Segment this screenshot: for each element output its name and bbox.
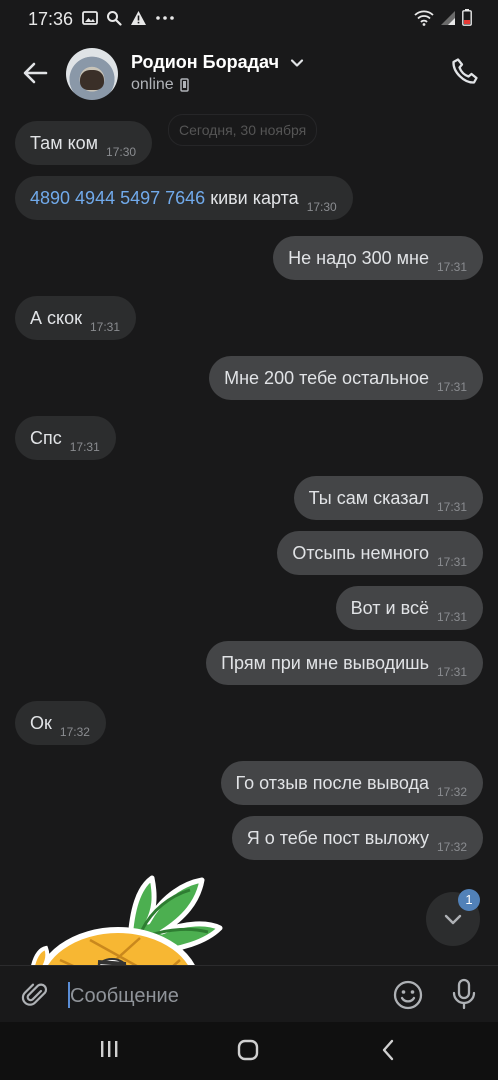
message-text: Мне 200 тебе остальное xyxy=(224,368,429,388)
back-nav-icon[interactable] xyxy=(378,1038,398,1062)
warning-icon xyxy=(131,11,146,25)
message-composer xyxy=(0,965,498,1023)
date-separator: Сегодня, 30 ноября xyxy=(168,114,318,146)
message-bubble[interactable]: Отсыпь немного 17:31 xyxy=(277,531,483,575)
message-text: Я о тебе пост выложу xyxy=(246,828,429,848)
message-bubble[interactable]: Го отзыв после вывода 17:32 xyxy=(220,761,483,805)
message-bubble[interactable]: Мне 200 тебе остальное 17:31 xyxy=(209,356,483,400)
wifi-icon xyxy=(414,10,434,26)
message-bubble[interactable]: Не надо 300 мне 17:31 xyxy=(273,236,483,280)
presence-label: online xyxy=(131,76,174,93)
avatar[interactable] xyxy=(66,48,118,100)
message-text: Ок xyxy=(30,713,52,733)
message-time: 17:31 xyxy=(436,500,467,514)
signal-icon xyxy=(441,10,455,25)
message-time: 17:31 xyxy=(89,320,121,334)
message-bubble[interactable]: Ты сам сказал 17:31 xyxy=(293,476,483,520)
message-time: 17:31 xyxy=(436,665,467,679)
message-text: Ты сам сказал xyxy=(308,488,429,508)
message-time: 17:31 xyxy=(436,260,467,274)
message-text: Прям при мне выводишь xyxy=(221,653,429,673)
message-bubble[interactable]: Ок 17:32 xyxy=(15,701,106,745)
message-text: А скок xyxy=(30,308,82,328)
presence-status: online xyxy=(131,76,189,94)
message-time: 17:31 xyxy=(436,610,467,624)
message-time: 17:32 xyxy=(59,725,90,739)
message-text: Там ком xyxy=(30,133,99,153)
message-text: киви карта xyxy=(205,188,299,208)
message-bubble[interactable]: Я о тебе пост выложу 17:32 xyxy=(231,816,483,860)
phone-call-icon[interactable] xyxy=(450,56,480,86)
home-icon[interactable] xyxy=(236,1038,260,1062)
pineapple-sticker[interactable] xyxy=(20,870,240,965)
emoji-icon[interactable] xyxy=(392,979,424,1011)
unread-count-badge: 1 xyxy=(458,889,480,911)
message-bubble[interactable]: Спс 17:31 xyxy=(15,416,116,460)
status-time: 17:36 xyxy=(28,9,74,29)
message-bubble[interactable]: Вот и всё 17:31 xyxy=(335,586,483,630)
image-icon xyxy=(82,11,98,25)
message-time: 17:30 xyxy=(306,200,337,214)
system-navigation-bar xyxy=(0,1022,498,1080)
message-time: 17:30 xyxy=(106,145,137,159)
message-bubble[interactable]: А скок 17:31 xyxy=(15,296,137,340)
text-cursor xyxy=(68,982,70,1008)
mobile-phone-icon xyxy=(179,78,189,92)
chevron-down-icon xyxy=(444,914,462,925)
chevron-down-icon[interactable] xyxy=(290,56,304,70)
message-bubble[interactable]: Там ком 17:30 xyxy=(15,121,153,165)
message-time: 17:31 xyxy=(436,555,467,569)
message-text: Отсыпь немного xyxy=(292,543,429,563)
attach-icon[interactable] xyxy=(20,980,50,1010)
message-time: 17:32 xyxy=(436,840,467,854)
message-time: 17:32 xyxy=(436,785,467,799)
message-text: Не надо 300 мне xyxy=(288,248,429,268)
message-time: 17:31 xyxy=(436,380,467,394)
contact-name[interactable]: Родион Борадач xyxy=(131,52,279,73)
message-text: Вот и всё xyxy=(350,598,429,618)
battery-icon xyxy=(462,9,472,26)
chat-header: Родион Борадач online xyxy=(0,38,498,110)
message-list[interactable]: Сегодня, 30 ноября Там ком 17:30 4890 494… xyxy=(0,110,498,965)
recent-apps-icon[interactable] xyxy=(98,1038,120,1060)
more-icon xyxy=(156,16,174,20)
message-text: Спс xyxy=(30,428,62,448)
message-bubble[interactable]: Прям при мне выводишь 17:31 xyxy=(206,641,483,685)
microphone-icon[interactable] xyxy=(450,978,478,1010)
back-arrow-icon[interactable] xyxy=(20,58,50,88)
message-text: Го отзыв после вывода xyxy=(235,773,429,793)
message-time: 17:31 xyxy=(69,440,100,454)
search-icon xyxy=(107,11,122,26)
message-input[interactable] xyxy=(68,980,372,1012)
status-bar: 17:36 xyxy=(0,0,498,38)
message-bubble[interactable]: 4890 4944 5497 7646 киви карта 17:30 xyxy=(15,176,353,220)
card-number-link[interactable]: 4890 4944 5497 7646 xyxy=(30,188,205,208)
